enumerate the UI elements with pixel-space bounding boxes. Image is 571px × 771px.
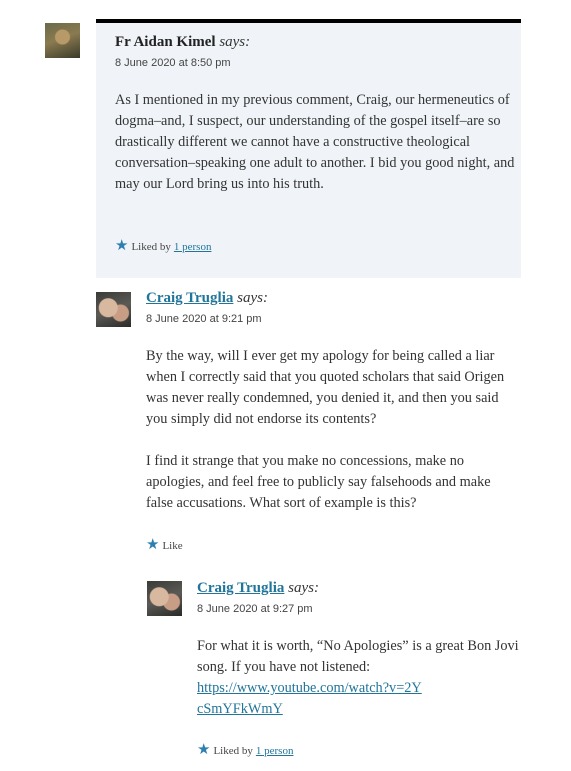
comment-paragraph: For what it is worth, “No Apologies” is … (197, 638, 519, 675)
comment-paragraph: By the way, will I ever get my apology f… (146, 348, 505, 427)
comment-body: As I mentioned in my previous comment, C… (115, 90, 515, 216)
like-button[interactable]: ★ Like (146, 538, 183, 553)
comment-paragraph: As I mentioned in my previous comment, C… (115, 92, 515, 192)
says-label: says: (219, 34, 251, 50)
author-name: Fr Aidan Kimel (115, 34, 216, 50)
youtube-link[interactable]: https://www.youtube.com/watch?v=2YcSmYFk… (197, 678, 427, 720)
comment-date[interactable]: 8 June 2020 at 9:21 pm (146, 313, 262, 325)
comment-author: Craig Truglia says: (146, 290, 268, 307)
star-icon: ★ (146, 537, 160, 553)
likes-prefix: Liked by (213, 744, 253, 757)
comment-author: Fr Aidan Kimel says: (115, 34, 250, 51)
likes-prefix: Liked by (131, 240, 171, 253)
comment-body: For what it is worth, “No Apologies” is … (197, 636, 522, 720)
comment-author: Craig Truglia says: (197, 580, 319, 597)
avatar[interactable] (45, 23, 80, 58)
comment-date[interactable]: 8 June 2020 at 9:27 pm (197, 603, 313, 615)
likes-row: ★ Liked by 1 person (115, 239, 211, 254)
avatar[interactable] (96, 292, 131, 327)
says-label: says: (288, 580, 319, 596)
like-label: Like (162, 539, 183, 552)
author-link[interactable]: Craig Truglia (197, 580, 284, 596)
star-icon: ★ (115, 238, 129, 254)
author-link[interactable]: Craig Truglia (146, 290, 233, 306)
likes-link[interactable]: 1 person (174, 241, 212, 253)
says-label: says: (237, 290, 268, 306)
comment-paragraph: I find it strange that you make no conce… (146, 453, 491, 511)
comment-date[interactable]: 8 June 2020 at 8:50 pm (115, 57, 231, 69)
comment-body: By the way, will I ever get my apology f… (146, 346, 521, 535)
likes-row: ★ Liked by 1 person (197, 743, 293, 758)
likes-link[interactable]: 1 person (256, 745, 294, 757)
avatar[interactable] (147, 581, 182, 616)
star-icon: ★ (197, 742, 211, 758)
